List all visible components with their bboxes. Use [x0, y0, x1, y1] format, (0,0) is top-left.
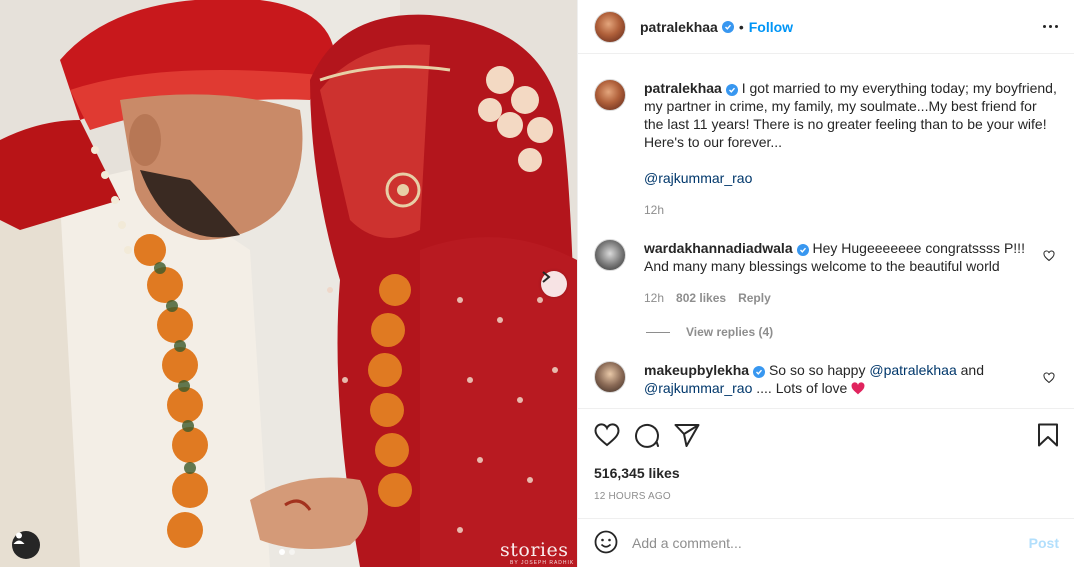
- comment-input[interactable]: [632, 535, 1029, 551]
- post-media[interactable]: stories BY JOSEPH RADHIK: [0, 0, 577, 567]
- commenter-avatar[interactable]: [594, 239, 626, 271]
- verified-badge-icon: [725, 84, 738, 96]
- comment-text-mid: and: [956, 362, 984, 378]
- comment-body: wardakhannadiadwala Hey Hugeeeeeee congr…: [644, 239, 1034, 307]
- carousel-dot-active: [279, 549, 285, 555]
- header-username[interactable]: patralekhaa: [640, 19, 718, 35]
- post-actions-area: 516,345 likes 12 HOURS AGO: [578, 408, 1074, 502]
- verified-badge-icon: [796, 244, 809, 256]
- save-bookmark-icon[interactable]: [1037, 423, 1059, 447]
- share-paper-plane-icon[interactable]: [674, 423, 700, 447]
- more-options-icon[interactable]: [1043, 25, 1058, 28]
- like-heart-icon[interactable]: [594, 423, 620, 447]
- comment-bubble-icon[interactable]: [634, 422, 660, 448]
- caption-time[interactable]: 12h: [644, 201, 664, 219]
- comment-item: wardakhannadiadwala Hey Hugeeeeeee congr…: [594, 239, 1059, 307]
- photographer-watermark: stories: [500, 539, 569, 561]
- comment-mention[interactable]: @patralekhaa: [869, 362, 956, 378]
- view-replies-label: View replies (4): [686, 325, 774, 339]
- comment-time[interactable]: 12h: [644, 289, 664, 307]
- comment-body: makeupbylekha So so so happy @patralekha…: [644, 361, 1034, 397]
- avatar[interactable]: [594, 10, 626, 43]
- caption-avatar[interactable]: [594, 79, 626, 111]
- red-heart-emoji-icon: [851, 380, 865, 396]
- comment-text-before: So so so happy: [768, 362, 870, 378]
- post-caption: patralekhaa I got married to my everythi…: [594, 55, 1059, 219]
- post-comment-button[interactable]: Post: [1029, 535, 1059, 551]
- comment-like-heart-icon[interactable]: [1043, 371, 1055, 387]
- verified-badge-icon: [721, 20, 734, 33]
- photographer-watermark-sub: BY JOSEPH RADHIK: [510, 560, 575, 566]
- comments-list[interactable]: patralekhaa I got married to my everythi…: [578, 55, 1074, 407]
- comment-like-heart-icon[interactable]: [1043, 249, 1055, 265]
- carousel-indicator: [279, 549, 295, 555]
- user-icon: [13, 532, 25, 544]
- post-timestamp[interactable]: 12 HOURS AGO: [594, 491, 1059, 502]
- comment-item: makeupbylekha So so so happy @patralekha…: [594, 361, 1059, 397]
- comment-username[interactable]: makeupbylekha: [644, 362, 749, 378]
- commenter-avatar[interactable]: [594, 361, 626, 393]
- tagged-users-button[interactable]: [12, 531, 40, 559]
- caption-mention[interactable]: @rajkummar_rao: [644, 170, 752, 186]
- emoji-smiley-icon[interactable]: [594, 530, 618, 557]
- carousel-dot: [289, 549, 295, 555]
- header-separator: •: [738, 18, 744, 35]
- caption-body: patralekhaa I got married to my everythi…: [644, 79, 1059, 219]
- view-replies-button[interactable]: View replies (4): [646, 325, 1059, 339]
- post-sidebar: patralekhaa • Follow patralekhaa I got m…: [577, 0, 1074, 567]
- chevron-right-icon: [542, 271, 551, 283]
- comment-username[interactable]: wardakhannadiadwala: [644, 240, 793, 256]
- likes-count[interactable]: 516,345 likes: [594, 465, 1059, 481]
- comment-text-after: .... Lots of love: [752, 380, 852, 396]
- follow-button[interactable]: Follow: [749, 19, 793, 35]
- replies-line: [646, 331, 670, 333]
- wedding-photo: [0, 0, 577, 567]
- post-header: patralekhaa • Follow: [578, 0, 1074, 54]
- caption-username[interactable]: patralekhaa: [644, 80, 722, 96]
- reply-button[interactable]: Reply: [738, 289, 771, 307]
- verified-badge-icon: [753, 366, 766, 378]
- next-slide-button[interactable]: [541, 271, 567, 297]
- comment-mention[interactable]: @rajkummar_rao: [644, 380, 752, 396]
- comment-likes[interactable]: 802 likes: [676, 289, 726, 307]
- action-bar: [594, 409, 1059, 461]
- add-comment-bar: Post: [578, 518, 1074, 567]
